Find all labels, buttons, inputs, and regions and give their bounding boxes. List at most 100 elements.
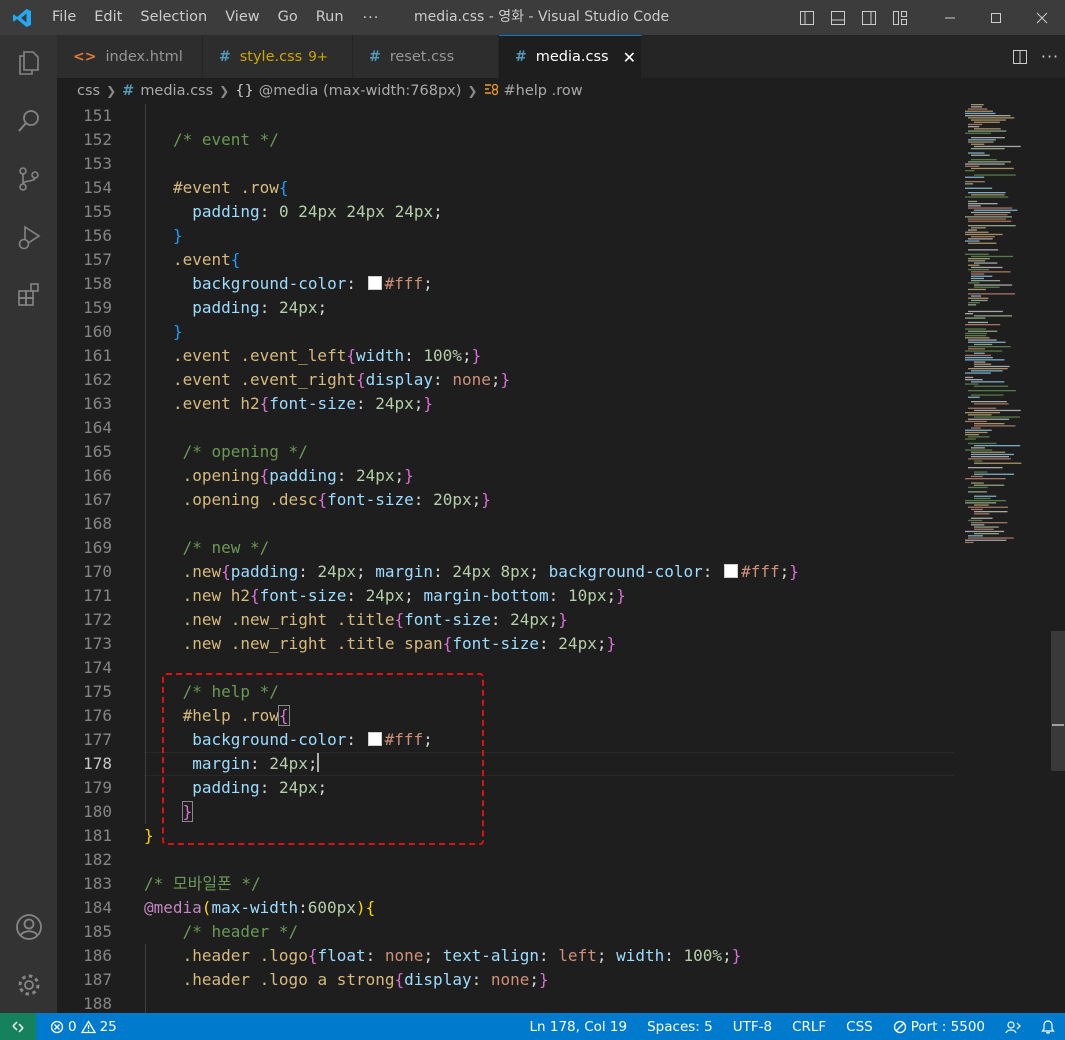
error-count: 0 xyxy=(68,1018,77,1035)
code-line[interactable]: 169 /* new */ xyxy=(57,536,957,560)
breadcrumb-file[interactable]: media.css xyxy=(140,83,213,99)
minimize-icon[interactable] xyxy=(927,0,973,35)
indent-guide xyxy=(145,224,146,248)
color-swatch[interactable] xyxy=(724,564,739,578)
code-line[interactable]: 162 .event .event_right{display: none;} xyxy=(57,368,957,392)
color-swatch[interactable] xyxy=(367,276,382,290)
code-line[interactable]: 164 xyxy=(57,416,957,440)
code-line[interactable]: 156} xyxy=(57,224,957,248)
code-editor[interactable]: 151 152 /* event */ 153 154 #event .row{155 pa… xyxy=(57,104,1065,1013)
menu-more-button[interactable]: ··· xyxy=(353,10,390,26)
code-line[interactable]: 179 padding: 24px; xyxy=(57,776,957,800)
code-line[interactable]: 161 .event .event_left{width: 100%;} xyxy=(57,344,957,368)
code-line[interactable]: 175 /* help */ xyxy=(57,680,957,704)
code-line[interactable]: 187 .header .logo a strong{display: none;… xyxy=(57,968,957,992)
extensions-icon[interactable] xyxy=(0,267,57,323)
code-line[interactable]: 182 xyxy=(57,848,957,872)
toggle-primary-sidebar-icon[interactable] xyxy=(791,0,822,35)
breadcrumb-rule[interactable]: #help .row xyxy=(503,83,582,99)
port-icon xyxy=(893,1020,906,1033)
menu-selection[interactable]: Selection xyxy=(131,0,216,35)
encoding[interactable]: UTF-8 xyxy=(733,1019,772,1035)
code-line[interactable]: 180} xyxy=(57,800,957,824)
close-window-icon[interactable] xyxy=(1019,0,1065,35)
code-line[interactable]: 168 xyxy=(57,512,957,536)
settings-gear-icon[interactable] xyxy=(0,957,57,1013)
breadcrumb-folder[interactable]: css xyxy=(77,83,100,99)
code-line[interactable]: 177 background-color: #fff; xyxy=(57,728,957,752)
menu-run[interactable]: Run xyxy=(307,0,353,35)
toggle-panel-icon[interactable] xyxy=(822,0,853,35)
css-icon: # xyxy=(122,83,135,99)
breadcrumb-media-query[interactable]: @media (max-width:768px) xyxy=(259,83,462,99)
line-number: 175 xyxy=(83,682,112,701)
live-server-port[interactable]: Port : 5500 xyxy=(893,1019,985,1035)
code-line[interactable]: 173 .new .new_right .title span{font-size… xyxy=(57,632,957,656)
tab-label: index.html xyxy=(105,48,183,65)
tab-media-css[interactable]: # media.css ✕ xyxy=(499,35,642,78)
cursor-position[interactable]: Ln 178, Col 19 xyxy=(529,1019,627,1035)
more-actions-icon[interactable]: ··· xyxy=(1035,47,1065,66)
maximize-icon[interactable] xyxy=(973,0,1019,35)
end-of-line[interactable]: CRLF xyxy=(792,1019,826,1035)
line-number: 172 xyxy=(83,610,112,629)
line-number: 155 xyxy=(83,202,112,221)
code-line[interactable]: 160} xyxy=(57,320,957,344)
code-text: /* help */ xyxy=(182,682,279,701)
run-debug-icon[interactable] xyxy=(0,209,57,265)
tab-index-html[interactable]: <> index.html xyxy=(57,35,203,78)
code-line[interactable]: 152 /* event */ xyxy=(57,128,957,152)
color-swatch[interactable] xyxy=(367,732,382,746)
customize-layout-icon[interactable] xyxy=(884,0,915,35)
menu-go[interactable]: Go xyxy=(269,0,307,35)
explorer-icon[interactable] xyxy=(0,35,57,91)
vertical-scrollbar[interactable] xyxy=(1051,104,1065,1013)
line-number: 177 xyxy=(83,730,112,749)
scroll-thumb[interactable] xyxy=(1051,631,1065,771)
code-line[interactable]: 167 .opening .desc{font-size: 20px;} xyxy=(57,488,957,512)
close-tab-icon[interactable]: ✕ xyxy=(623,48,636,67)
language-mode[interactable]: CSS xyxy=(846,1019,873,1035)
code-line[interactable]: 163 .event h2{font-size: 24px;} xyxy=(57,392,957,416)
menu-edit[interactable]: Edit xyxy=(85,0,131,35)
tab-style-css[interactable]: # style.css 9+ xyxy=(203,35,353,78)
code-line[interactable]: 159 padding: 24px; xyxy=(57,296,957,320)
code-line[interactable]: 151 xyxy=(57,104,957,128)
code-line[interactable]: 176 #help .row{ xyxy=(57,704,957,728)
code-line[interactable]: 188 xyxy=(57,992,957,1013)
code-line[interactable]: 153 xyxy=(57,152,957,176)
indentation[interactable]: Spaces: 5 xyxy=(647,1019,713,1035)
code-line[interactable]: 184 @media(max-width:600px){ xyxy=(57,896,957,920)
tab-reset-css[interactable]: # reset.css xyxy=(353,35,499,78)
menu-file[interactable]: File xyxy=(43,0,85,35)
code-line[interactable]: 181} xyxy=(57,824,957,848)
code-line[interactable]: 171 .new h2{font-size: 24px; margin-botto… xyxy=(57,584,957,608)
problems-indicator[interactable]: 0 25 xyxy=(50,1019,117,1035)
code-line[interactable]: 172 .new .new_right .title{font-size: 24p… xyxy=(57,608,957,632)
code-line[interactable]: 183 /* 모바일폰 */ xyxy=(57,872,957,896)
code-line[interactable]: 165 /* opening */ xyxy=(57,440,957,464)
code-line[interactable]: 186 .header .logo{float: none; text-align… xyxy=(57,944,957,968)
menu-view[interactable]: View xyxy=(216,0,268,35)
code-line[interactable]: 158 background-color: #fff; xyxy=(57,272,957,296)
code-line[interactable]: 185 /* header */ xyxy=(57,920,957,944)
indent-guide xyxy=(145,416,146,440)
remote-indicator-icon[interactable] xyxy=(0,1013,36,1040)
accounts-icon[interactable] xyxy=(1005,1020,1021,1034)
code-line[interactable]: 154 #event .row{ xyxy=(57,176,957,200)
account-icon[interactable] xyxy=(0,899,57,955)
split-editor-icon[interactable] xyxy=(1005,49,1035,65)
code-line[interactable]: 174 xyxy=(57,656,957,680)
code-line[interactable]: 166 .opening{padding: 24px;} xyxy=(57,464,957,488)
toggle-secondary-sidebar-icon[interactable] xyxy=(853,0,884,35)
source-control-icon[interactable] xyxy=(0,151,57,207)
search-icon[interactable] xyxy=(0,93,57,149)
code-line[interactable]: 170 .new{padding: 24px; margin: 24px 8px;… xyxy=(57,560,957,584)
line-number: 185 xyxy=(83,922,112,941)
code-line[interactable]: 178 margin: 24px; xyxy=(57,752,957,776)
notifications-bell-icon[interactable] xyxy=(1041,1019,1055,1034)
line-number: 173 xyxy=(83,634,112,653)
minimap[interactable] xyxy=(963,104,1051,554)
code-line[interactable]: 155 padding: 0 24px 24px 24px; xyxy=(57,200,957,224)
code-line[interactable]: 157 .event{ xyxy=(57,248,957,272)
